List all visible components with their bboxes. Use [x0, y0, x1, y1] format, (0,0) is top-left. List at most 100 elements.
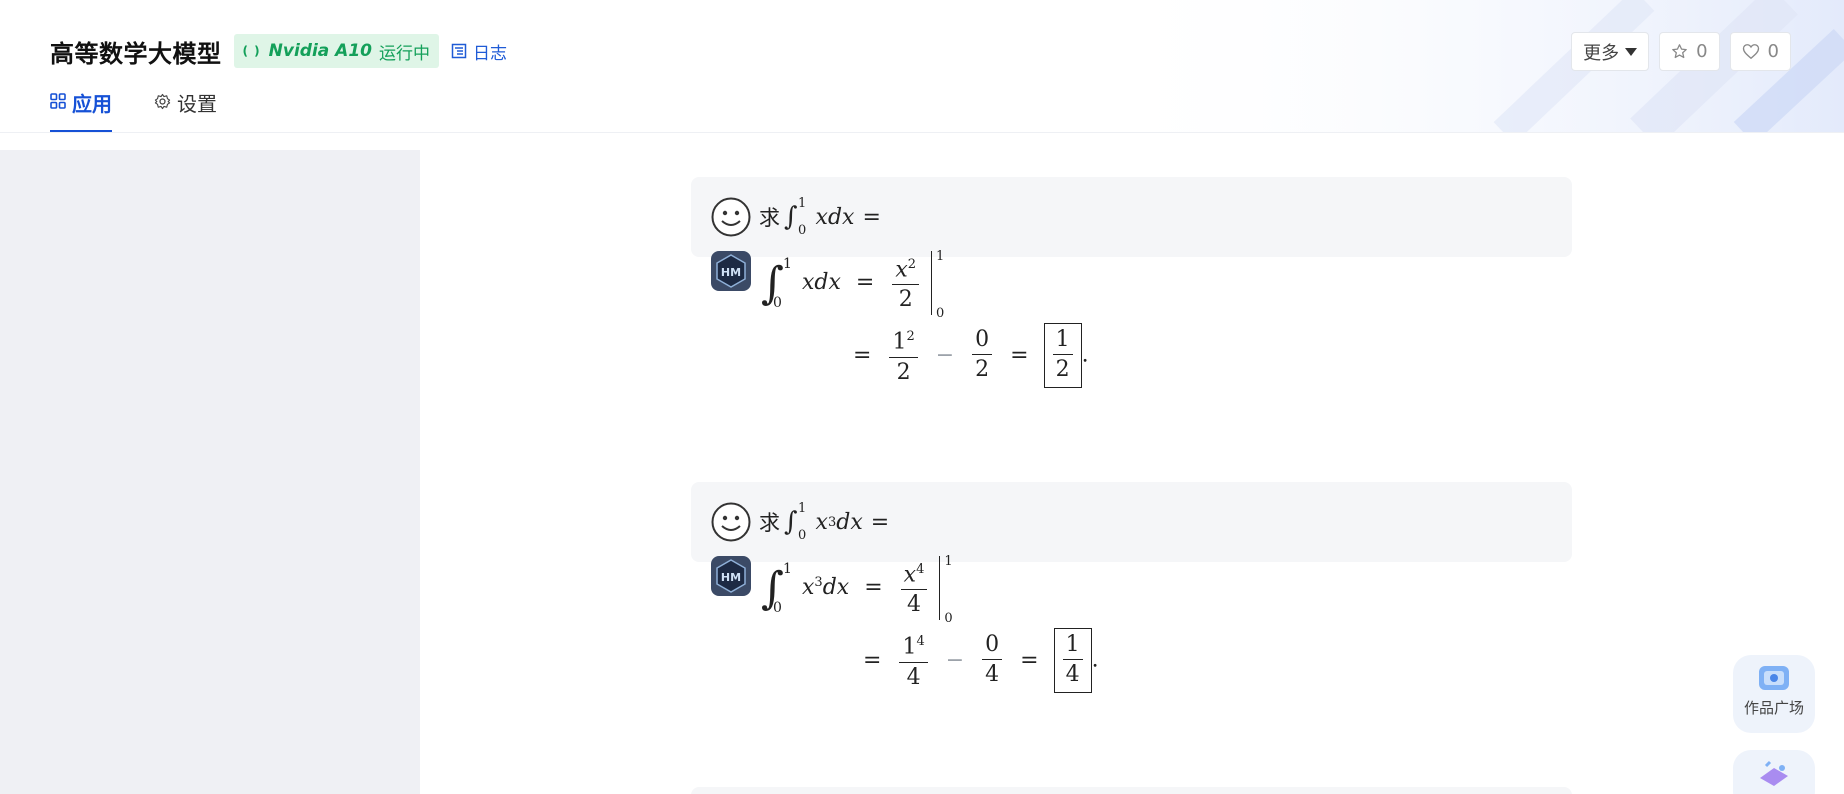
question-prefix: 求 [759, 206, 780, 230]
result-denominator: 2 [1055, 357, 1070, 382]
eval-lower: 0 [936, 306, 945, 322]
step-fraction: 12 2 [889, 323, 918, 387]
status-badge: ( ) Nvidia A10 运行中 [233, 34, 439, 68]
header-actions: 更多 0 0 [1561, 32, 1791, 71]
lower-limit: 0 [773, 599, 782, 616]
antiderivative-fraction: x4 4 [900, 556, 928, 620]
evaluation-bar: 10 [939, 554, 955, 626]
question-prefix: 求 [759, 511, 780, 535]
result-numerator: 1 [1052, 326, 1073, 355]
create-icon [1760, 760, 1788, 786]
antiderivative-fraction: x2 2 [892, 251, 920, 315]
integral-sign: ∫ 1 0 [761, 255, 792, 311]
equals-sign: = [1020, 647, 1039, 673]
bot-avatar-icon: HM [711, 556, 751, 596]
svg-text:HM: HM [721, 571, 741, 584]
smiley-avatar-icon [711, 502, 751, 542]
boxed-result: 1 4 [1053, 628, 1092, 693]
lower-limit: 0 [798, 223, 807, 238]
boxed-result: 1 2 [1043, 323, 1082, 388]
upper-limit: 1 [783, 560, 792, 577]
lower-limit: 0 [798, 528, 807, 543]
antiderivative-power: 2 [907, 257, 917, 272]
user-message-text: 求 ∫ 1 0 xdx = [759, 196, 889, 238]
gpu-name: Nvidia A10 [268, 41, 372, 61]
equals-sign: = [863, 647, 882, 673]
integral-sign: ∫ 1 0 [784, 196, 807, 238]
app-title: 高等数学大模型 [50, 39, 222, 68]
user-message-partial [691, 787, 1572, 794]
evaluation-bar: 10 [931, 249, 947, 321]
antiderivative-denominator: 4 [906, 592, 921, 618]
step-power: 4 [916, 634, 925, 650]
equals-sign: = [1010, 342, 1029, 368]
like-button[interactable]: 0 [1729, 32, 1791, 71]
eval-upper: 1 [936, 249, 945, 265]
more-label: 更多 [1583, 42, 1620, 64]
tab-settings[interactable]: 设置 [154, 88, 217, 132]
smiley-avatar-icon [711, 197, 751, 237]
gallery-button[interactable]: 作品广场 [1733, 655, 1815, 733]
tab-apps[interactable]: 应用 [50, 88, 112, 132]
log-label: 日志 [473, 43, 507, 64]
antiderivative-power: 4 [916, 562, 925, 577]
integrand-variable: x [815, 509, 828, 535]
step-denominator: 2 [896, 359, 911, 385]
antiderivative-denominator: 2 [898, 287, 913, 313]
svg-text:HM: HM [721, 266, 741, 279]
gallery-label: 作品广场 [1743, 699, 1804, 717]
star-button[interactable]: 0 [1659, 32, 1720, 71]
zero-fraction: 0 2 [972, 326, 993, 385]
user-message-text: 求 ∫ 1 0 x 3 dx = [759, 501, 897, 543]
bot-message: HM ∫ 1 0 xdx = x2 2 10 = 12 2 − 0 2 = 1 … [711, 249, 1591, 391]
integrand-power: 3 [827, 514, 837, 530]
result-denominator: 4 [1065, 662, 1080, 687]
like-count: 0 [1767, 41, 1779, 62]
equals-sign: = [853, 342, 872, 368]
zero-denominator: 4 [985, 662, 1000, 687]
app-header: 高等数学大模型 ( ) Nvidia A10 运行中 日志 应用 设置 更多 0… [0, 0, 1844, 133]
minus-sign: − [935, 342, 955, 368]
integral-sign: ∫ 1 0 [784, 501, 807, 543]
create-button[interactable] [1733, 750, 1815, 794]
zero-numerator: 0 [972, 326, 993, 355]
eval-upper: 1 [944, 554, 953, 570]
eval-lower: 0 [944, 611, 953, 627]
star-count: 0 [1696, 41, 1708, 62]
caret-down-icon [1625, 47, 1638, 56]
answer-line-1: ∫ 1 0 x3dx = x4 4 10 [761, 554, 955, 626]
more-button[interactable]: 更多 [1571, 32, 1650, 71]
integral-sign: ∫ 1 0 [761, 560, 792, 616]
answer-line-2: = 12 2 − 0 2 = 1 2 . [845, 323, 1089, 388]
tab-bar: 应用 设置 [50, 88, 259, 132]
step-base: 1 [902, 634, 917, 660]
answer-line-1: ∫ 1 0 xdx = x2 2 10 [761, 249, 947, 321]
lower-limit: 0 [773, 294, 782, 311]
user-message: 求 ∫ 1 0 x 3 dx = [691, 482, 1572, 562]
tab-settings-label: 设置 [177, 92, 217, 116]
gpu-icon: ( ) [242, 44, 261, 58]
integrand: dx [836, 509, 863, 535]
equals-sign: = [870, 509, 890, 535]
gear-icon [154, 93, 171, 110]
chat-area: 求 ∫ 1 0 xdx = HM ∫ 1 0 xdx = x2 2 10 = 12 2 [420, 133, 1844, 794]
tab-apps-label: 应用 [72, 92, 112, 116]
user-message: 求 ∫ 1 0 xdx = [691, 177, 1572, 257]
step-denominator: 4 [906, 664, 921, 690]
upper-limit: 1 [783, 255, 792, 272]
heart-icon [1742, 44, 1759, 60]
step-power: 2 [906, 329, 915, 345]
log-link[interactable]: 日志 [451, 39, 507, 64]
equals-sign: = [862, 204, 881, 230]
integrand: dx [822, 575, 850, 601]
star-icon [1672, 44, 1687, 59]
zero-denominator: 2 [975, 357, 990, 382]
zero-fraction: 0 4 [982, 631, 1003, 690]
period: . [1091, 647, 1099, 673]
integrand: xdx [815, 204, 855, 230]
answer-line-2: = 14 4 − 0 4 = 1 4 . [855, 628, 1099, 693]
left-panel [0, 150, 420, 794]
step-fraction: 14 4 [899, 628, 928, 692]
equals-sign: = [855, 270, 875, 296]
title-row: 高等数学大模型 ( ) Nvidia A10 运行中 日志 [50, 33, 507, 69]
